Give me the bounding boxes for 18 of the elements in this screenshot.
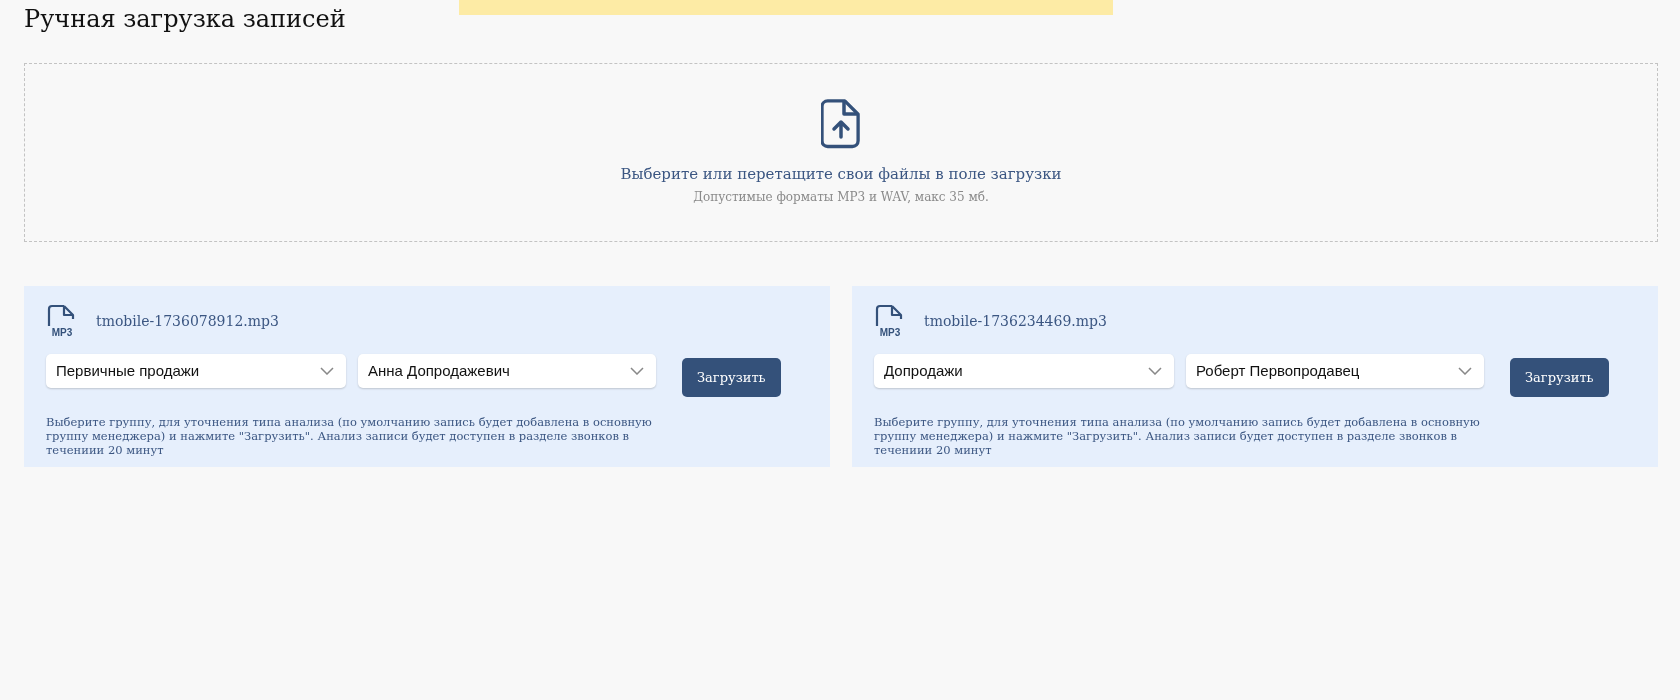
chevron-down-icon: [320, 367, 334, 375]
manager-select[interactable]: Анна Допродажевич: [358, 354, 656, 388]
group-select[interactable]: Первичные продажи: [46, 354, 346, 388]
file-name: tmobile-1736078912.mp3: [96, 311, 279, 331]
upload-button[interactable]: Загрузить: [682, 358, 781, 397]
upload-instructions: Выберите группу, для уточнения типа анализа (по умолчанию запись будет добавлена в основную группу менеджера) и нажмите "Загрузить". Анализ записи будет доступен в разделе звонков в течениии 20 минут: [46, 415, 653, 457]
page-title: Ручная загрузка записей: [24, 4, 346, 34]
upload-dropzone[interactable]: Выберите или перетащите свои файлы в поле загрузки Допустимые форматы MP3 и WAV, макс 35 мб.: [24, 63, 1658, 242]
upload-button[interactable]: Загрузить: [1510, 358, 1609, 397]
chevron-down-icon: [1148, 367, 1162, 375]
manager-select[interactable]: Роберт Первопродавец: [1186, 354, 1484, 388]
file-name: tmobile-1736234469.mp3: [924, 311, 1107, 331]
upload-instructions: Выберите группу, для уточнения типа анализа (по умолчанию запись будет добавлена в основную группу менеджера) и нажмите "Загрузить". Анализ записи будет доступен в разделе звонков в течениии 20 минут: [874, 415, 1481, 457]
group-select[interactable]: Допродажи: [874, 354, 1174, 388]
format-hint: Допустимые форматы MP3 и WAV, макс 35 мб.: [693, 188, 989, 206]
chevron-down-icon: [1458, 367, 1472, 375]
upload-prompt: Выберите или перетащите свои файлы в поле загрузки: [620, 164, 1062, 186]
chevron-down-icon: [630, 367, 644, 375]
